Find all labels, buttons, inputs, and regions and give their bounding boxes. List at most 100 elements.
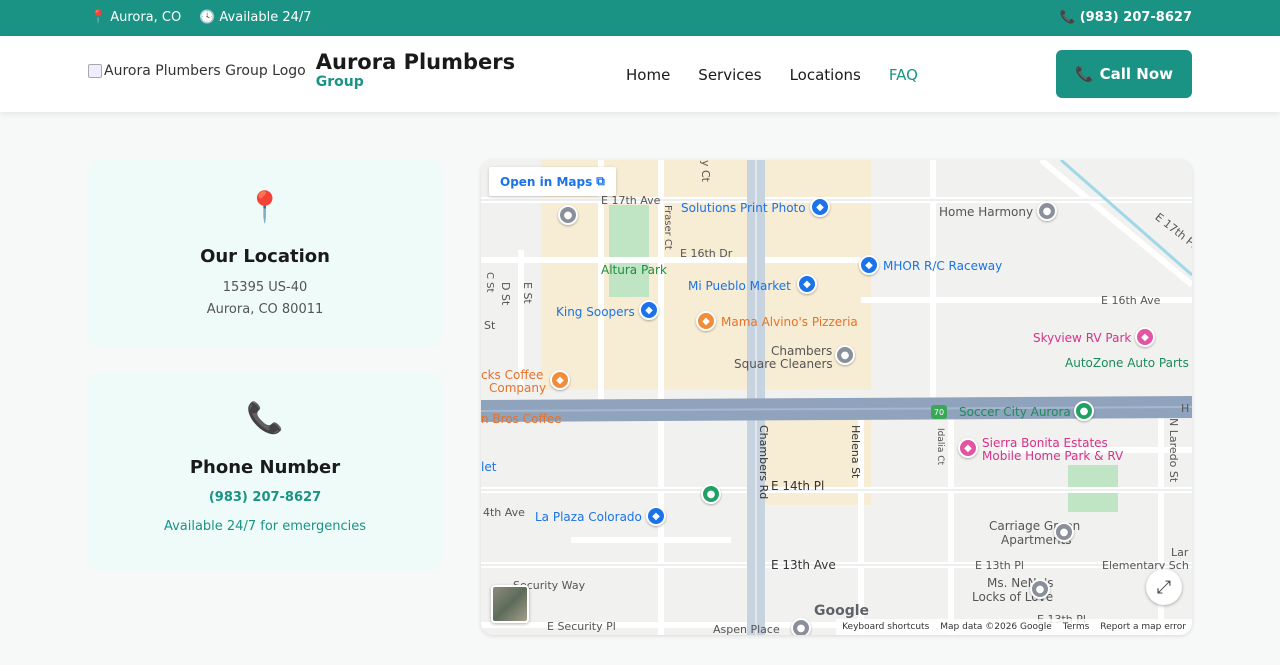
street-label: C St: [484, 272, 495, 293]
street-label: Aspen Place: [713, 623, 780, 635]
street-label: E 16th Ave: [1101, 294, 1161, 307]
top-bar: 📍 Aurora, CO 🕓 Available 24/7 📞 (983) 20…: [0, 0, 1280, 36]
street-label: Idalia Ct: [935, 428, 945, 466]
top-location: 📍 Aurora, CO: [90, 10, 181, 25]
poi-label[interactable]: Home Harmony: [939, 205, 1033, 219]
shopping-pin-icon[interactable]: ◆: [810, 197, 830, 217]
cart-pin-icon[interactable]: ◆: [797, 274, 817, 294]
brand-text: Aurora Plumbers Group: [315, 50, 516, 90]
street-label: Lar: [1171, 546, 1189, 559]
fullscreen-button[interactable]: ⤢: [1146, 569, 1182, 605]
phone-card: 📞 Phone Number (983) 207-8627 Available …: [88, 373, 442, 571]
poi-label[interactable]: Company: [489, 381, 546, 395]
map-embed[interactable]: E 17th Ave E 16th Dr E 16th Ave E 17th P…: [481, 160, 1192, 635]
street-label: y Ct: [699, 160, 712, 182]
phone-link[interactable]: (983) 207-8627: [88, 490, 442, 505]
lodging-pin-icon[interactable]: ◆: [958, 438, 978, 458]
map-data-text: Map data ©2026 Google: [940, 622, 1052, 632]
external-link-icon: ⧉: [596, 174, 605, 188]
nav-locations[interactable]: Locations: [790, 66, 861, 84]
street-label: E 14th Pl: [771, 479, 825, 493]
map-attribution: Keyboard shortcuts Map data ©2026 Google…: [836, 619, 1192, 635]
street-label: E 16th Dr: [680, 247, 733, 260]
report-error-link[interactable]: Report a map error: [1100, 622, 1186, 632]
poi-label[interactable]: Skyview RV Park: [1033, 331, 1131, 345]
phone-icon: 📞: [246, 401, 284, 436]
top-location-text: Aurora, CO: [110, 10, 182, 25]
poi-label[interactable]: King Soopers: [556, 305, 635, 319]
call-now-button[interactable]: 📞 Call Now: [1056, 50, 1192, 98]
street-label: E 13th Pl: [975, 559, 1024, 572]
site-header: Aurora Plumbers Group Logo Aurora Plumbe…: [0, 36, 1280, 112]
place-pin-icon[interactable]: ●: [701, 484, 721, 504]
place-pin-icon[interactable]: ●: [791, 618, 811, 635]
logo-image: Aurora Plumbers Group Logo: [88, 63, 306, 79]
nav-home[interactable]: Home: [626, 66, 670, 84]
top-phone-text: (983) 207-8627: [1079, 10, 1192, 25]
poi-label[interactable]: AutoZone Auto Parts: [1065, 356, 1189, 370]
route-shield-icon: 70: [931, 405, 947, 419]
phone-icon: 📞: [1059, 10, 1076, 25]
open-in-maps-link[interactable]: Open in Maps ⧉: [489, 167, 616, 196]
restaurant-pin-icon[interactable]: ◆: [696, 311, 716, 331]
lodging-pin-icon[interactable]: ◆: [1135, 327, 1155, 347]
poi-label[interactable]: Mama Alvino's Pizzeria: [721, 315, 858, 329]
poi-label[interactable]: Solutions Print Photo: [681, 201, 806, 215]
street-label: E 17th Ave: [601, 194, 661, 207]
logo-alt-text: Aurora Plumbers Group Logo: [104, 62, 306, 79]
poi-label[interactable]: Square Cleaners: [734, 357, 833, 371]
address-line-1: 15395 US-40: [222, 280, 308, 295]
poi-label[interactable]: Altura Park: [601, 263, 667, 277]
address: 15395 US-40 Aurora, CO 80011: [88, 277, 442, 321]
poi-label[interactable]: MHOR R/C Raceway: [883, 259, 1002, 273]
main-nav: Home Services Locations FAQ: [626, 66, 918, 84]
map-pin-icon: 📍: [246, 190, 284, 225]
cart-pin-icon[interactable]: ◆: [646, 506, 666, 526]
poi-label[interactable]: let: [481, 460, 496, 474]
brand-title: Aurora Plumbers: [315, 50, 516, 74]
phone-title: Phone Number: [189, 457, 341, 478]
brand-subtitle: Group: [315, 74, 364, 90]
place-pin-icon[interactable]: ●: [1054, 522, 1074, 542]
top-bar-left: 📍 Aurora, CO 🕓 Available 24/7: [90, 10, 312, 25]
broken-image-icon: [88, 63, 102, 78]
brand-link[interactable]: Aurora Plumbers Group Logo Aurora Plumbe…: [88, 52, 515, 89]
street-label: Chambers Rd: [757, 425, 770, 500]
cart-pin-icon[interactable]: ◆: [639, 300, 659, 320]
street-label: H: [1181, 402, 1190, 415]
attraction-pin-icon[interactable]: ◆: [859, 255, 879, 275]
address-line-2: Aurora, CO 80011: [206, 302, 324, 317]
street-label: D St: [499, 282, 512, 306]
street-label: N Laredo St: [1167, 418, 1180, 483]
satellite-toggle-thumbnail[interactable]: [491, 585, 529, 623]
street-label: Fraser Ct: [662, 205, 673, 250]
top-availability-text: Available 24/7: [219, 10, 312, 25]
street-label: Helena St: [849, 425, 862, 479]
place-pin-icon[interactable]: ●: [1074, 401, 1094, 421]
terms-link[interactable]: Terms: [1063, 622, 1090, 632]
street-label: E St: [521, 282, 534, 304]
place-pin-icon[interactable]: ●: [835, 345, 855, 365]
place-pin-icon[interactable]: ●: [1030, 579, 1050, 599]
nav-faq[interactable]: FAQ: [889, 66, 918, 84]
street-label: Elementary Sch: [1102, 559, 1189, 572]
place-pin-icon[interactable]: ●: [558, 205, 578, 225]
location-title: Our Location: [200, 246, 330, 267]
map-canvas: [481, 160, 1192, 635]
cafe-pin-icon[interactable]: ◆: [550, 370, 570, 390]
street-label: E Security Pl: [547, 620, 616, 633]
nav-services[interactable]: Services: [698, 66, 761, 84]
clock-icon: 🕓: [199, 10, 216, 25]
poi-label[interactable]: Soccer City Aurora: [959, 405, 1071, 419]
poi-label[interactable]: La Plaza Colorado: [535, 510, 642, 524]
place-pin-icon[interactable]: ●: [1037, 201, 1057, 221]
street-label: 4th Ave: [483, 506, 525, 519]
poi-label[interactable]: n Bros Coffee: [481, 412, 561, 426]
top-phone-link[interactable]: 📞 (983) 207-8627: [1060, 10, 1192, 25]
poi-label[interactable]: Mi Pueblo Market: [688, 279, 791, 293]
phone-note: Available 24/7 for emergencies: [163, 519, 367, 534]
phone-icon: 📞: [1074, 65, 1094, 83]
poi-label[interactable]: Mobile Home Park & RV: [982, 449, 1123, 463]
open-in-maps-label: Open in Maps: [500, 174, 593, 189]
keyboard-shortcuts-link[interactable]: Keyboard shortcuts: [842, 622, 929, 632]
